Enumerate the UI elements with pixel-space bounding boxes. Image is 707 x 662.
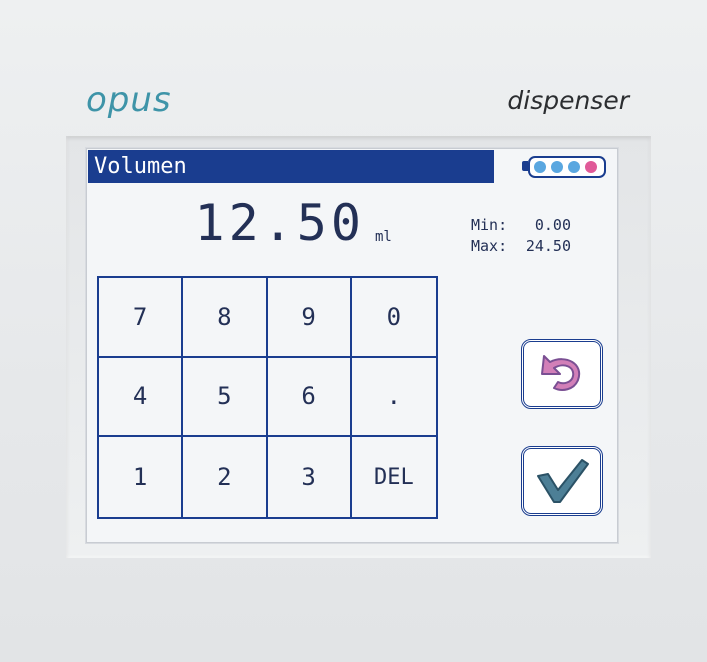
key-3[interactable]: 3 [267, 437, 352, 517]
battery-cell [551, 161, 563, 173]
brand-logo: opus [86, 80, 172, 120]
battery-icon [522, 156, 606, 178]
key-decimal[interactable]: . [351, 357, 436, 438]
undo-arrow-icon [541, 355, 581, 391]
max-label: Max: [471, 237, 508, 255]
undo-button[interactable] [521, 339, 603, 409]
confirm-button[interactable] [521, 446, 603, 516]
screen-title: Volumen [88, 150, 494, 183]
product-name: dispenser [507, 86, 629, 115]
volume-value: 12.50 [194, 194, 365, 252]
key-6[interactable]: 6 [267, 357, 352, 438]
battery-cell [534, 161, 546, 173]
battery-body [528, 156, 606, 178]
checkmark-icon [537, 459, 589, 503]
max-value: 24.50 [525, 237, 571, 255]
key-0[interactable]: 0 [351, 278, 436, 358]
key-7[interactable]: 7 [99, 278, 184, 358]
battery-cell [568, 161, 580, 173]
key-2[interactable]: 2 [183, 437, 268, 517]
key-5[interactable]: 5 [183, 357, 268, 438]
volume-limits: Min: 0.00 Max: 24.50 [471, 215, 571, 257]
min-label: Min: [471, 216, 508, 234]
key-1[interactable]: 1 [99, 437, 184, 517]
key-9[interactable]: 9 [267, 278, 352, 358]
key-delete[interactable]: DEL [351, 437, 436, 517]
numeric-keypad: 7 8 9 0 4 5 6 . 1 2 3 DEL [97, 276, 438, 519]
volume-unit: ml [375, 229, 392, 245]
device-panel: opus dispenser Volumen 12.50 ml Min: 0.0… [0, 0, 707, 662]
battery-cell [585, 161, 597, 173]
touch-screen: Volumen 12.50 ml Min: 0.00 Max: 24.50 7 [86, 148, 618, 543]
key-8[interactable]: 8 [183, 278, 268, 358]
min-value: 0.00 [534, 216, 571, 234]
key-4[interactable]: 4 [99, 357, 184, 438]
